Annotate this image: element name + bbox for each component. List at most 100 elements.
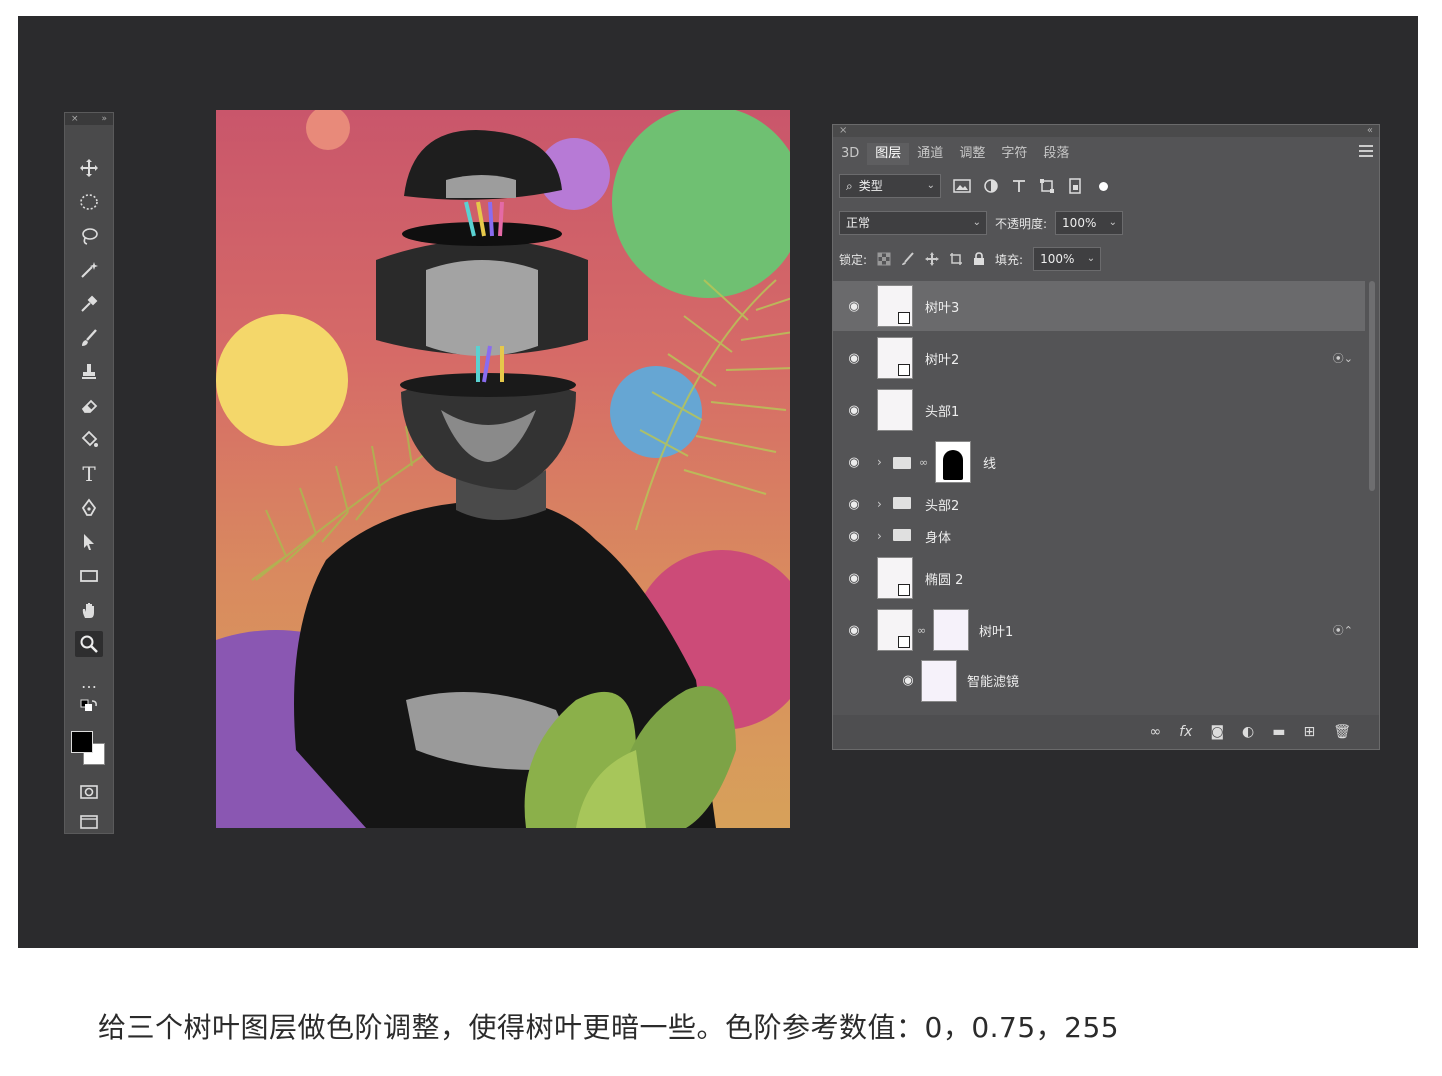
expand-chevron-icon[interactable]: › xyxy=(877,455,882,469)
smart-object-filter-icon[interactable] xyxy=(1067,178,1083,194)
panel-tabs: 3D 图层 通道 调整 字符 段落 xyxy=(833,139,1379,169)
foreground-color-swatch[interactable] xyxy=(71,731,93,753)
tab-3d[interactable]: 3D xyxy=(833,143,867,165)
zoom-icon[interactable] xyxy=(75,631,103,657)
new-layer-icon[interactable]: ⊞ xyxy=(1303,724,1315,740)
screen-mode-icon[interactable] xyxy=(75,809,103,835)
visibility-eye-icon[interactable]: ◉ xyxy=(845,351,863,366)
layer-thumbnail xyxy=(877,557,913,599)
fill-input[interactable]: 100% ⌄ xyxy=(1033,247,1102,271)
forehead xyxy=(446,175,516,198)
filter-toggle-icon[interactable] xyxy=(1099,181,1108,191)
default-colors-icon[interactable] xyxy=(75,699,103,717)
layer-name: 树叶1 xyxy=(979,624,1014,640)
document-canvas[interactable] xyxy=(216,110,790,828)
rectangle-icon[interactable] xyxy=(75,563,103,589)
link-icon[interactable]: ∞ xyxy=(919,456,928,469)
layers-panel-header: × « xyxy=(833,125,1379,137)
visibility-eye-icon[interactable]: ◉ xyxy=(845,455,863,470)
more-tools-icon[interactable]: … xyxy=(75,669,103,695)
brush-icon[interactable] xyxy=(75,325,103,351)
instruction-caption: 给三个树叶图层做色阶调整，使得树叶更暗一些。色阶参考数值：0，0.75，255 xyxy=(98,1011,1120,1044)
folder-icon xyxy=(893,497,911,509)
lock-pixels-icon[interactable] xyxy=(901,252,915,266)
eyedropper-icon[interactable] xyxy=(75,291,103,317)
clone-stamp-icon[interactable] xyxy=(75,359,103,385)
expand-chevron-icon[interactable]: › xyxy=(877,529,882,543)
head-slice-cavity xyxy=(400,373,576,397)
lock-all-icon[interactable] xyxy=(973,252,985,266)
visibility-eye-icon[interactable]: ◉ xyxy=(845,497,863,512)
layer-row[interactable]: ◉ ∞ 树叶1 ⦿⌃ xyxy=(833,605,1365,655)
collapse-icon[interactable]: » xyxy=(101,113,107,125)
link-layers-icon[interactable]: ∞ xyxy=(1150,724,1162,740)
lasso-icon[interactable] xyxy=(75,223,103,249)
group-icon[interactable]: ▬ xyxy=(1272,724,1285,740)
opacity-input[interactable]: 100% ⌄ xyxy=(1055,211,1124,235)
eraser-icon[interactable] xyxy=(75,393,103,419)
mask-icon[interactable]: ◙ xyxy=(1210,724,1224,740)
visibility-eye-icon[interactable]: ◉ xyxy=(845,403,863,418)
tab-layers[interactable]: 图层 xyxy=(867,143,910,165)
magic-wand-icon[interactable] xyxy=(75,257,103,283)
layer-row[interactable]: ◉ 椭圆 2 xyxy=(833,553,1365,603)
lock-transparent-icon[interactable] xyxy=(877,252,891,266)
elliptical-marquee-icon[interactable] xyxy=(75,189,103,215)
tab-character[interactable]: 字符 xyxy=(993,143,1035,165)
filter-type-select[interactable]: ⌕ 类型 ⌄ xyxy=(839,174,941,198)
visibility-eye-icon[interactable]: ◉ xyxy=(845,529,863,544)
type-filter-icon[interactable] xyxy=(1011,178,1027,194)
filter-type-label: 类型 xyxy=(858,179,883,193)
type-tool-icon[interactable]: T xyxy=(75,461,103,487)
shape-filter-icon[interactable] xyxy=(1039,178,1055,194)
layer-row[interactable]: ◉ 树叶3 xyxy=(833,281,1365,331)
tools-panel: × » T … xyxy=(64,112,114,834)
visibility-eye-icon[interactable]: ◉ xyxy=(845,299,863,314)
layer-row[interactable]: ◉ › 头部2 xyxy=(833,489,1365,519)
decor-circle xyxy=(216,314,348,446)
trash-icon[interactable]: 🗑 xyxy=(1333,724,1351,740)
folder-icon xyxy=(893,457,911,469)
visibility-eye-icon[interactable]: ◉ xyxy=(899,673,917,688)
layer-row[interactable]: ◉ 头部1 xyxy=(833,385,1365,435)
tab-channels[interactable]: 通道 xyxy=(909,143,951,165)
image-filter-icon[interactable] xyxy=(953,178,971,194)
panel-menu-icon[interactable] xyxy=(1359,145,1373,157)
move-tool-icon[interactable] xyxy=(75,155,103,181)
link-icon[interactable]: ∞ xyxy=(917,624,926,637)
fx-icon[interactable]: fx xyxy=(1179,724,1192,740)
tab-paragraph[interactable]: 段落 xyxy=(1035,143,1077,165)
layer-thumbnail xyxy=(877,337,913,379)
tab-adjustments[interactable]: 调整 xyxy=(951,143,993,165)
layer-row[interactable]: ◉ › 身体 xyxy=(833,521,1365,551)
folder-icon xyxy=(893,529,911,541)
collapse-icon[interactable]: « xyxy=(1367,125,1373,137)
layer-thumbnail xyxy=(877,285,913,327)
pen-icon[interactable] xyxy=(75,495,103,521)
smart-filter-row[interactable]: ◉ 智能滤镜 xyxy=(833,657,1365,703)
layer-row[interactable]: ◉ 树叶2 ⦿⌄ xyxy=(833,333,1365,383)
path-selection-icon[interactable] xyxy=(75,529,103,555)
paint-bucket-icon[interactable] xyxy=(75,427,103,453)
visibility-eye-icon[interactable]: ◉ xyxy=(845,571,863,586)
layers-panel-footer: ∞ fx ◙ ◐ ▬ ⊞ 🗑 xyxy=(833,715,1379,749)
layer-row[interactable]: ◉ › ∞ 线 xyxy=(833,437,1365,487)
lock-artboard-icon[interactable] xyxy=(949,252,963,266)
adjustment-filter-icon[interactable] xyxy=(983,178,999,194)
blend-mode-select[interactable]: 正常 ⌄ xyxy=(839,211,987,235)
opacity-label: 不透明度: xyxy=(995,216,1048,231)
layers-scrollbar[interactable] xyxy=(1369,281,1375,491)
smart-filter-indicator-icon[interactable]: ⦿⌄ xyxy=(1333,350,1353,366)
visibility-eye-icon[interactable]: ◉ xyxy=(845,623,863,638)
hand-icon[interactable] xyxy=(75,597,103,623)
close-icon[interactable]: × xyxy=(71,113,79,125)
expand-chevron-icon[interactable]: › xyxy=(877,497,882,511)
lock-position-icon[interactable] xyxy=(925,252,940,266)
layer-name: 树叶3 xyxy=(925,300,960,316)
layer-filter-row: ⌕ 类型 ⌄ xyxy=(839,173,1139,199)
smart-filter-indicator-icon[interactable]: ⦿⌃ xyxy=(1333,622,1353,638)
close-icon[interactable]: × xyxy=(839,125,847,137)
color-swatches[interactable] xyxy=(71,731,107,767)
adjustment-layer-icon[interactable]: ◐ xyxy=(1242,724,1254,740)
quick-mask-icon[interactable] xyxy=(75,779,103,805)
